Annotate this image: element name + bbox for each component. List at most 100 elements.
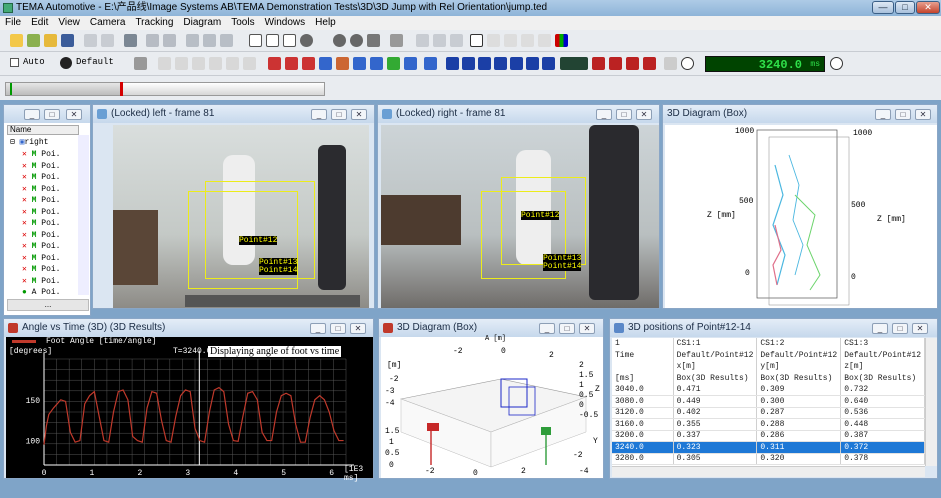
left-camera-close[interactable]: ✕ [351, 109, 367, 120]
diagram-b-icon[interactable] [285, 57, 298, 70]
zoom-out-icon[interactable] [433, 34, 446, 47]
menu-windows[interactable]: Windows [260, 16, 311, 30]
step-back-icon[interactable] [478, 57, 491, 70]
expand-icon[interactable]: ⊟ [10, 138, 20, 147]
right-camera-view[interactable]: Point#12 Point#13 Point#14 [381, 125, 659, 308]
diagram-bottom-restore[interactable]: □ [559, 323, 575, 334]
tree-item[interactable]: ✕ M Poi. [22, 172, 60, 183]
tree-item[interactable]: ✕ M Poi. [22, 149, 60, 160]
layout1-icon[interactable] [249, 34, 262, 47]
new-file-icon[interactable] [10, 34, 23, 47]
folder-icon[interactable] [44, 34, 57, 47]
menu-tracking[interactable]: Tracking [130, 16, 178, 30]
diagram-bottom-minimize[interactable]: _ [539, 323, 555, 334]
tool-a-icon[interactable] [158, 57, 171, 70]
positions-close[interactable]: ✕ [912, 323, 928, 334]
sync-icon[interactable] [681, 57, 694, 70]
export-icon[interactable] [404, 57, 417, 70]
right-camera-close[interactable]: ✕ [636, 109, 652, 120]
menu-file[interactable]: File [0, 16, 26, 30]
cut-icon[interactable] [186, 34, 199, 47]
menu-tools[interactable]: Tools [226, 16, 259, 30]
diagram-box-bottom-canvas[interactable]: A [m] -2 0 2 [m] -2 -3 -4 1.5 1 0.5 0 2 … [381, 335, 603, 478]
point-track-icon[interactable] [487, 34, 500, 47]
tree-minimize[interactable]: _ [24, 109, 40, 120]
off-icon[interactable] [350, 34, 363, 47]
table-icon[interactable] [370, 57, 383, 70]
rewind-icon[interactable] [462, 57, 475, 70]
comment-icon[interactable] [367, 34, 380, 47]
auto-checkbox[interactable] [10, 58, 19, 67]
pointer-icon[interactable] [470, 34, 483, 47]
bar-chart-icon[interactable] [555, 34, 568, 47]
angle-chart-canvas[interactable]: Foot Angle [time/angle] [degrees] T=3240… [6, 337, 373, 483]
search-icon[interactable] [538, 34, 551, 47]
pin-icon[interactable] [664, 57, 677, 70]
tree-item[interactable]: ✕ M Poi. [22, 253, 60, 264]
menu-help[interactable]: Help [310, 16, 341, 30]
tool-e-icon[interactable] [226, 57, 239, 70]
copy-icon[interactable] [203, 34, 216, 47]
positions-restore[interactable]: □ [892, 323, 908, 334]
tree-item[interactable]: ✕ M Poi. [22, 264, 60, 275]
angle-restore[interactable]: □ [330, 323, 346, 334]
table-row[interactable]: 3160.0 0.355 0.288 0.448 [612, 418, 925, 431]
zoom-in-icon[interactable] [416, 34, 429, 47]
table-row[interactable]: 3040.0 0.471 0.309 0.732 [612, 384, 925, 396]
diagram-top-restore[interactable]: □ [895, 109, 911, 120]
positions-vscroll[interactable] [925, 338, 937, 466]
loop-icon[interactable] [560, 57, 588, 70]
paste-icon[interactable] [220, 34, 233, 47]
close-button[interactable]: ✕ [916, 1, 940, 14]
timeline-thumb[interactable] [120, 82, 124, 96]
tool-b-icon[interactable] [175, 57, 188, 70]
maximize-button[interactable]: □ [895, 1, 915, 14]
tree-hscroll[interactable]: ... [7, 299, 89, 311]
target-icon[interactable] [390, 34, 403, 47]
tree-item[interactable]: ✕ M Poi. [22, 276, 60, 287]
default-icon[interactable] [60, 57, 72, 69]
angle-close[interactable]: ✕ [350, 323, 366, 334]
undo-icon[interactable] [84, 34, 97, 47]
refresh-icon[interactable] [134, 57, 147, 70]
tree-item[interactable]: ● A Poi. [22, 287, 60, 298]
tree-item[interactable]: ✕ M Poi. [22, 230, 60, 241]
mark-out-icon[interactable] [609, 57, 622, 70]
on-icon[interactable] [333, 34, 346, 47]
tree-vscroll[interactable] [78, 135, 89, 295]
first-frame-icon[interactable] [446, 57, 459, 70]
menu-edit[interactable]: Edit [26, 16, 53, 30]
diagram-f-icon[interactable] [353, 57, 366, 70]
table-row[interactable]: 3080.0 0.449 0.300 0.640 [612, 395, 925, 408]
point-remove-icon[interactable] [521, 34, 534, 47]
angle-minimize[interactable]: _ [310, 323, 326, 334]
minimize-button[interactable]: — [872, 1, 894, 14]
mark-in-icon[interactable] [592, 57, 605, 70]
redo-icon[interactable] [101, 34, 114, 47]
positions-minimize[interactable]: _ [872, 323, 888, 334]
tree-item[interactable]: ✕ M Poi. [22, 241, 60, 252]
layout3-icon[interactable] [283, 34, 296, 47]
tree-item[interactable]: ✕ M Poi. [22, 184, 60, 195]
right-camera-restore[interactable]: □ [616, 109, 632, 120]
diagram-top-minimize[interactable]: _ [875, 109, 891, 120]
tree-restore[interactable]: □ [44, 109, 60, 120]
record-icon[interactable] [300, 34, 313, 47]
tool-d-icon[interactable] [209, 57, 222, 70]
time-sync-icon[interactable] [830, 57, 843, 70]
positions-hscroll[interactable] [612, 466, 925, 477]
tree-item[interactable]: ✕ M Poi. [22, 195, 60, 206]
open-icon[interactable] [27, 34, 40, 47]
zoom-1to1-icon[interactable] [450, 34, 463, 47]
table-row[interactable]: 3120.0 0.402 0.287 0.536 [612, 407, 925, 419]
menu-diagram[interactable]: Diagram [178, 16, 226, 30]
left-camera-view[interactable]: Point#12 Point#13 Point#14 [113, 125, 369, 308]
save-icon[interactable] [61, 34, 74, 47]
tree-item[interactable]: ✕ M Poi. [22, 161, 60, 172]
diagram-bottom-close[interactable]: ✕ [579, 323, 595, 334]
tool-c-icon[interactable] [192, 57, 205, 70]
diagram-c-icon[interactable] [302, 57, 315, 70]
diagram-e-icon[interactable] [336, 57, 349, 70]
positions-grid[interactable]: 1 CS1:1 CS1:2 CS1:3 Time Default/Point#12 Def… [612, 338, 925, 466]
tree-item[interactable]: ✕ M Poi. [22, 207, 60, 218]
